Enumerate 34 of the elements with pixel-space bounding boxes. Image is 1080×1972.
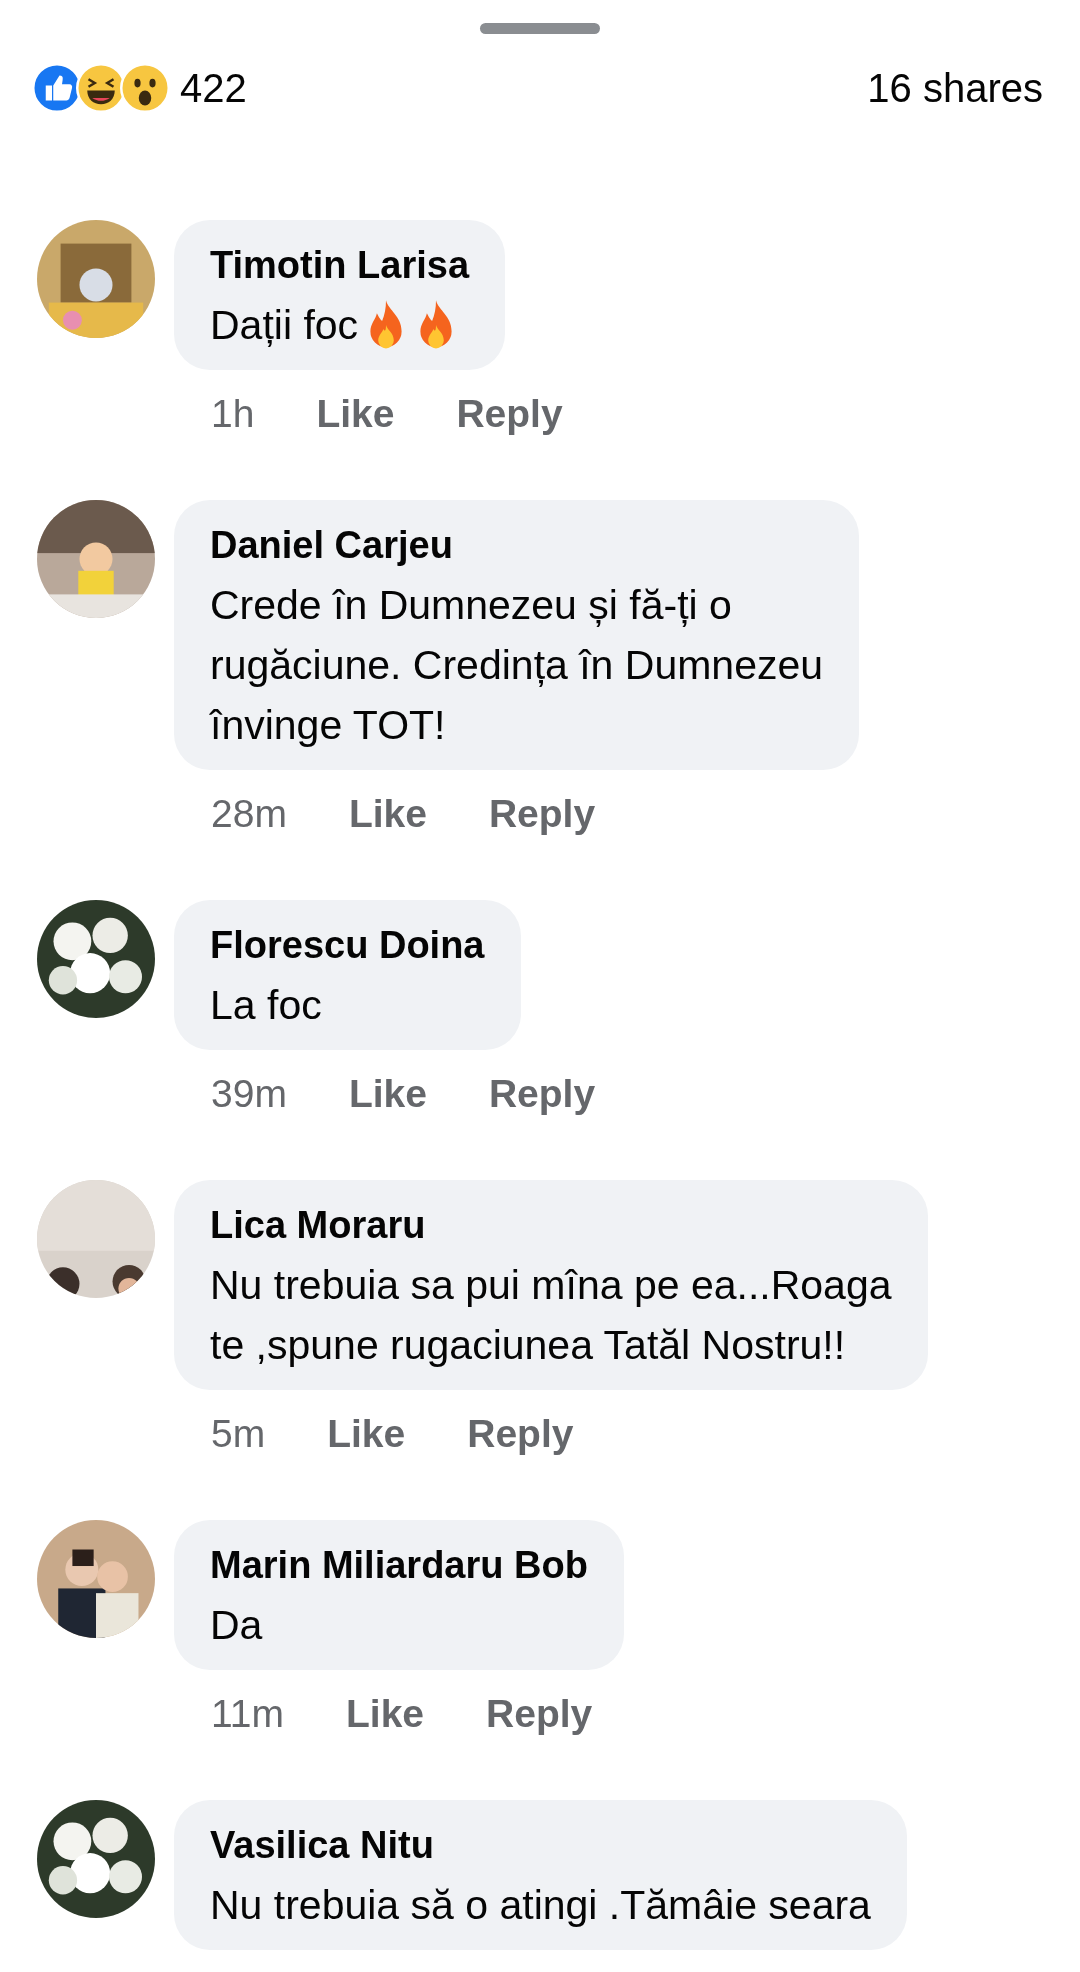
- like-link[interactable]: Like: [348, 1069, 427, 1119]
- shares-count[interactable]: 16 shares: [867, 65, 1043, 111]
- commenter-name[interactable]: Vasilica Nitu: [210, 1815, 871, 1875]
- comment-text: Nu trebuia sa pui mîna pe ea...Roaga: [210, 1261, 892, 1310]
- reply-link[interactable]: Reply: [467, 1409, 574, 1459]
- like-link[interactable]: Like: [327, 1409, 406, 1459]
- reaction-count[interactable]: 422: [180, 65, 247, 111]
- comment-time: 11m: [211, 1691, 284, 1737]
- comment-text: Nu trebuia să o atingi .Tămâie seara: [210, 1881, 871, 1930]
- reply-link[interactable]: Reply: [488, 1069, 596, 1119]
- reply-link[interactable]: Reply: [456, 389, 563, 439]
- comment-text: învinge TOT!: [210, 701, 446, 750]
- comment-text: Dații foc: [210, 301, 359, 350]
- comment-text: La foc: [210, 981, 322, 1030]
- commenter-name[interactable]: Marin Miliardaru Bob: [210, 1535, 588, 1595]
- comment-time: 39m: [211, 1071, 287, 1117]
- like-link[interactable]: Like: [348, 789, 427, 839]
- comment-time: 28m: [211, 791, 287, 837]
- comment-text: Crede în Dumnezeu și fă-ți o: [210, 581, 732, 630]
- like-link[interactable]: Like: [346, 1689, 425, 1739]
- drag-handle[interactable]: [480, 23, 600, 34]
- commenter-name[interactable]: Florescu Doina: [210, 915, 485, 975]
- comment-time: 1h: [211, 391, 255, 437]
- surprised-emoji-icon: [120, 63, 170, 113]
- like-link[interactable]: Like: [316, 389, 395, 439]
- reply-link[interactable]: Reply: [488, 789, 596, 839]
- commenter-name[interactable]: Lica Moraru: [210, 1195, 892, 1255]
- comment-text: rugăciune. Credința în Dumnezeu: [210, 641, 824, 690]
- commenter-name[interactable]: Daniel Carjeu: [210, 515, 824, 575]
- comment-text: Da: [210, 1601, 263, 1650]
- comment-time: 5m: [211, 1411, 266, 1457]
- reply-link[interactable]: Reply: [486, 1689, 593, 1739]
- comment-text: te ,spune rugaciunea Tatăl Nostru!!: [210, 1321, 846, 1370]
- commenter-name[interactable]: Timotin Larisa: [210, 235, 470, 295]
